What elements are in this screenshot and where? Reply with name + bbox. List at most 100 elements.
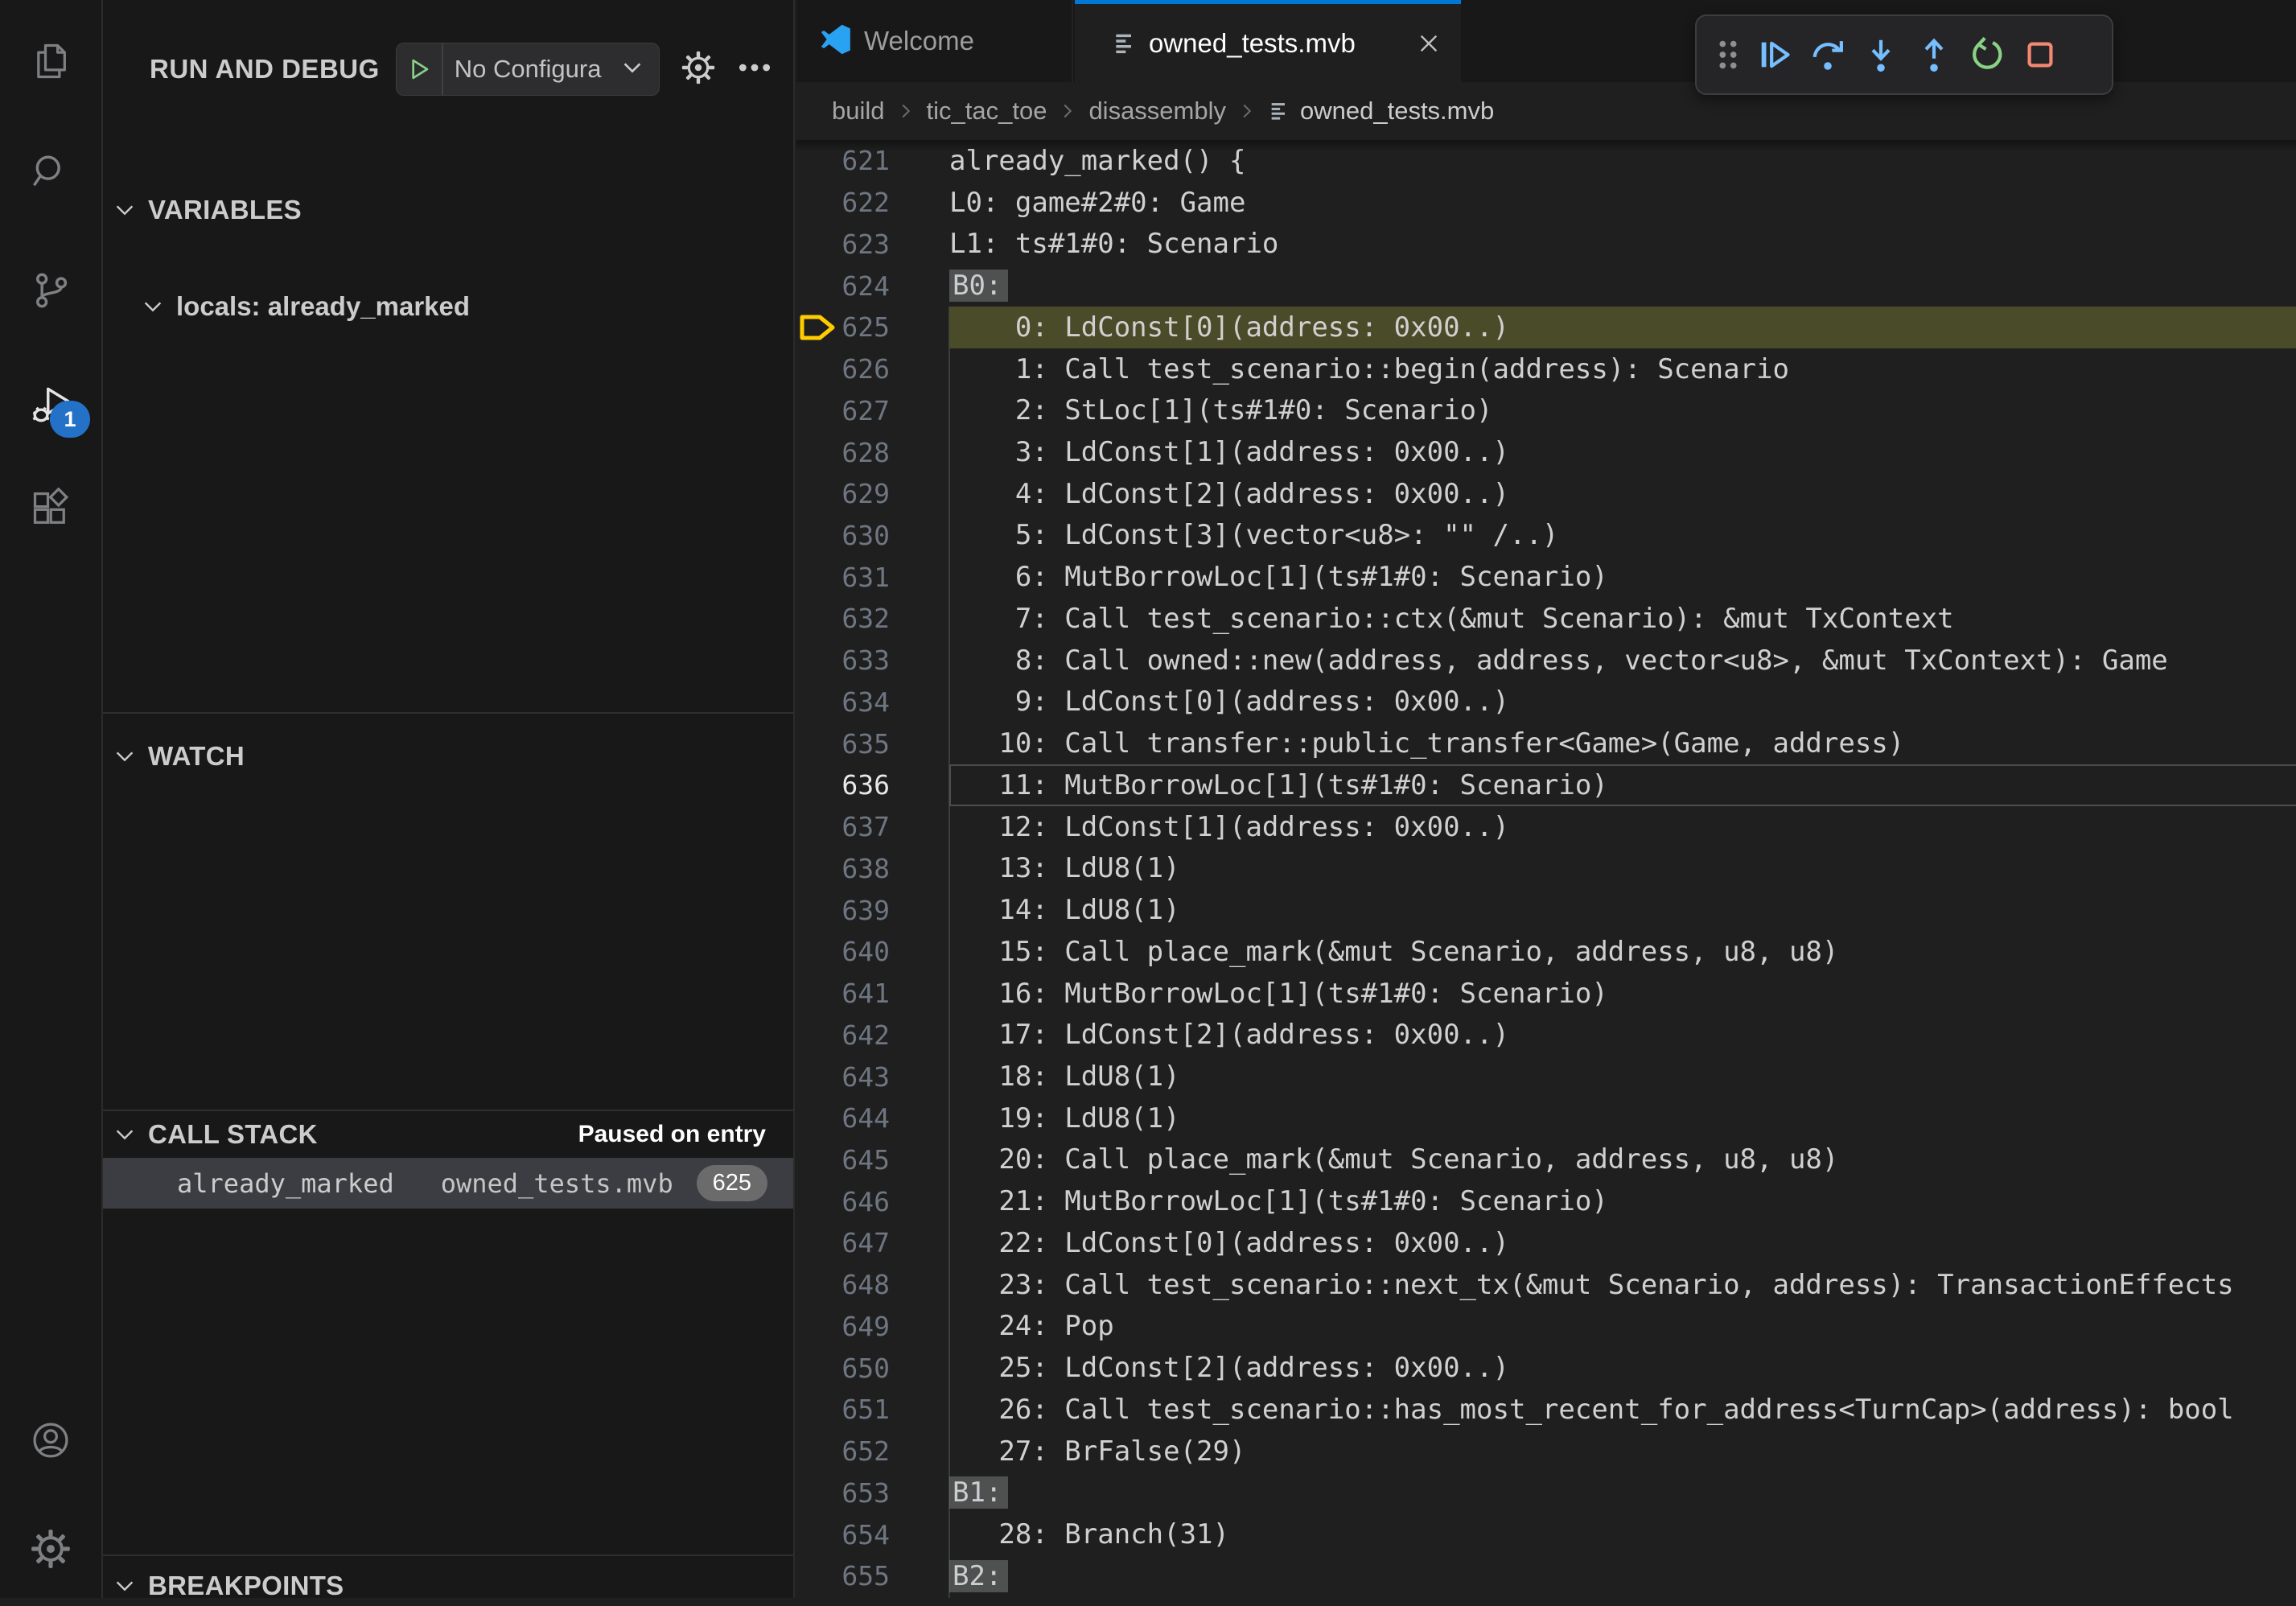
tab-welcome-label: Welcome — [864, 26, 974, 56]
breadcrumb-item[interactable]: tic_tac_toe — [927, 97, 1047, 126]
code-line[interactable]: 625 0: LdConst[0](address: 0x00..) — [796, 307, 2296, 348]
line-number: 653 — [838, 1477, 890, 1509]
code-line[interactable]: 644 19: LdU8(1) — [796, 1097, 2296, 1139]
block-label-highlight: B2: — [949, 1560, 1008, 1592]
chevron-down-icon — [620, 56, 652, 84]
code-line[interactable]: 636 11: MutBorrowLoc[1](ts#1#0: Scenario… — [796, 764, 2296, 806]
code-line[interactable]: 628 3: LdConst[1](address: 0x00..) — [796, 431, 2296, 473]
code-line[interactable]: 621already_marked() { — [796, 140, 2296, 182]
toolbar-drag-handle[interactable] — [1708, 23, 1748, 87]
close-tab-icon[interactable] — [1416, 31, 1442, 56]
line-number: 641 — [838, 978, 890, 1009]
line-number: 630 — [838, 520, 890, 551]
code-line-text: 19: LdU8(1) — [949, 1102, 1180, 1134]
code-line[interactable]: 655B2: — [796, 1555, 2296, 1597]
frame-file-name: owned_tests.mvb — [441, 1168, 673, 1199]
line-number: 635 — [838, 728, 890, 760]
chevron-right-icon — [1058, 101, 1077, 121]
code-line[interactable]: 652 27: BrFalse(29) — [796, 1431, 2296, 1472]
locals-scope-row[interactable]: locals: already_marked — [103, 283, 793, 330]
code-line[interactable]: 635 10: Call transfer::public_transfer<G… — [796, 723, 2296, 764]
code-line[interactable]: 641 16: MutBorrowLoc[1](ts#1#0: Scenario… — [796, 973, 2296, 1015]
code-line[interactable]: 637 12: LdConst[1](address: 0x00..) — [796, 806, 2296, 848]
code-line-text: 25: LdConst[2](address: 0x00..) — [949, 1352, 1509, 1384]
code-line-text: B0: — [949, 270, 1008, 302]
start-debug-icon[interactable] — [397, 43, 443, 95]
code-line[interactable]: 632 7: Call test_scenario::ctx(&mut Scen… — [796, 598, 2296, 640]
code-line[interactable]: 622L0: game#2#0: Game — [796, 182, 2296, 224]
continue-button[interactable] — [1748, 23, 1801, 87]
debug-settings-gear-icon[interactable] — [681, 50, 716, 89]
step-into-button[interactable] — [1854, 23, 1907, 87]
settings-gear-icon[interactable] — [30, 1528, 72, 1570]
code-line-text: 18: LdU8(1) — [949, 1060, 1180, 1093]
tab-owned-tests-label: owned_tests.mvb — [1149, 28, 1356, 59]
code-editor[interactable]: 621already_marked() {622L0: game#2#0: Ga… — [796, 140, 2296, 1598]
breadcrumb-item[interactable]: disassembly — [1088, 97, 1226, 126]
source-control-icon[interactable] — [30, 270, 72, 311]
extensions-icon[interactable] — [30, 488, 72, 529]
more-actions-icon[interactable] — [737, 50, 772, 89]
code-line-text: L0: game#2#0: Game — [949, 187, 1245, 219]
call-stack-section-header[interactable]: CALL STACK Paused on entry — [103, 1114, 793, 1155]
call-stack-frame-row[interactable]: already_marked owned_tests.mvb 625 — [103, 1158, 793, 1209]
breadcrumb-item-file[interactable]: owned_tests.mvb — [1300, 97, 1494, 126]
pause-reason-status: Paused on entry — [578, 1121, 766, 1148]
line-number: 633 — [838, 644, 890, 676]
chevron-down-icon — [113, 198, 137, 222]
code-line-text: 4: LdConst[2](address: 0x00..) — [949, 478, 1509, 510]
variables-section-header[interactable]: VARIABLES — [103, 187, 793, 233]
watch-section-header[interactable]: WATCH — [103, 734, 793, 779]
call-stack-section-label: CALL STACK — [148, 1119, 318, 1150]
code-line[interactable]: 630 5: LdConst[3](vector<u8>: "" /..) — [796, 515, 2296, 557]
account-icon[interactable] — [30, 1419, 72, 1461]
code-line[interactable]: 650 25: LdConst[2](address: 0x00..) — [796, 1347, 2296, 1389]
code-line[interactable]: 623L1: ts#1#0: Scenario — [796, 223, 2296, 265]
line-number: 623 — [838, 229, 890, 260]
code-line[interactable]: 629 4: LdConst[2](address: 0x00..) — [796, 473, 2296, 515]
stop-button[interactable] — [2014, 23, 2067, 87]
code-line[interactable]: 648 23: Call test_scenario::next_tx(&mut… — [796, 1264, 2296, 1306]
tab-welcome[interactable]: Welcome — [796, 0, 1073, 82]
code-line-text: 5: LdConst[3](vector<u8>: "" /..) — [949, 519, 1558, 551]
code-line[interactable]: 624B0: — [796, 265, 2296, 307]
code-line-text: 16: MutBorrowLoc[1](ts#1#0: Scenario) — [949, 978, 1608, 1010]
code-line[interactable]: 640 15: Call place_mark(&mut Scenario, a… — [796, 931, 2296, 973]
step-over-button[interactable] — [1801, 23, 1854, 87]
breakpoints-section-header[interactable]: BREAKPOINTS — [103, 1566, 793, 1606]
explorer-icon[interactable] — [30, 40, 72, 82]
restart-button[interactable] — [1961, 23, 2014, 87]
code-line[interactable]: 639 14: LdU8(1) — [796, 889, 2296, 931]
code-line[interactable]: 645 20: Call place_mark(&mut Scenario, a… — [796, 1139, 2296, 1181]
code-line[interactable]: 634 9: LdConst[0](address: 0x00..) — [796, 682, 2296, 723]
list-file-icon — [1268, 100, 1290, 122]
code-line[interactable]: 643 18: LdU8(1) — [796, 1056, 2296, 1097]
line-number: 639 — [838, 895, 890, 926]
code-line[interactable]: 627 2: StLoc[1](ts#1#0: Scenario) — [796, 389, 2296, 431]
sidebar-header: RUN AND DEBUG No Configura — [150, 40, 780, 98]
code-line[interactable]: 646 21: MutBorrowLoc[1](ts#1#0: Scenario… — [796, 1180, 2296, 1222]
debug-toolbar — [1695, 14, 2113, 95]
tab-owned-tests[interactable]: owned_tests.mvb — [1075, 0, 1461, 82]
debug-config-dropdown[interactable]: No Configura — [396, 43, 660, 96]
code-line-text: 0: LdConst[0](address: 0x00..) — [949, 311, 1509, 344]
watch-section-label: WATCH — [148, 741, 245, 772]
line-number: 632 — [838, 603, 890, 634]
code-line-text: 21: MutBorrowLoc[1](ts#1#0: Scenario) — [949, 1185, 1608, 1217]
code-line-text: 3: LdConst[1](address: 0x00..) — [949, 436, 1509, 468]
debug-session-badge: 1 — [50, 401, 90, 438]
code-line[interactable]: 638 13: LdU8(1) — [796, 847, 2296, 889]
code-line[interactable]: 626 1: Call test_scenario::begin(address… — [796, 348, 2296, 390]
step-out-button[interactable] — [1907, 23, 1961, 87]
code-line[interactable]: 651 26: Call test_scenario::has_most_rec… — [796, 1389, 2296, 1431]
code-line[interactable]: 653B1: — [796, 1472, 2296, 1514]
breadcrumb-item[interactable]: build — [832, 97, 885, 126]
code-line[interactable]: 642 17: LdConst[2](address: 0x00..) — [796, 1014, 2296, 1056]
code-line[interactable]: 633 8: Call owned::new(address, address,… — [796, 640, 2296, 682]
editor-area: Welcome owned_tests.mvb — [796, 0, 2296, 1598]
code-line[interactable]: 649 24: Pop — [796, 1306, 2296, 1348]
code-line[interactable]: 654 28: Branch(31) — [796, 1513, 2296, 1555]
code-line[interactable]: 631 6: MutBorrowLoc[1](ts#1#0: Scenario) — [796, 556, 2296, 598]
code-line[interactable]: 647 22: LdConst[0](address: 0x00..) — [796, 1222, 2296, 1264]
search-icon[interactable] — [30, 150, 72, 192]
